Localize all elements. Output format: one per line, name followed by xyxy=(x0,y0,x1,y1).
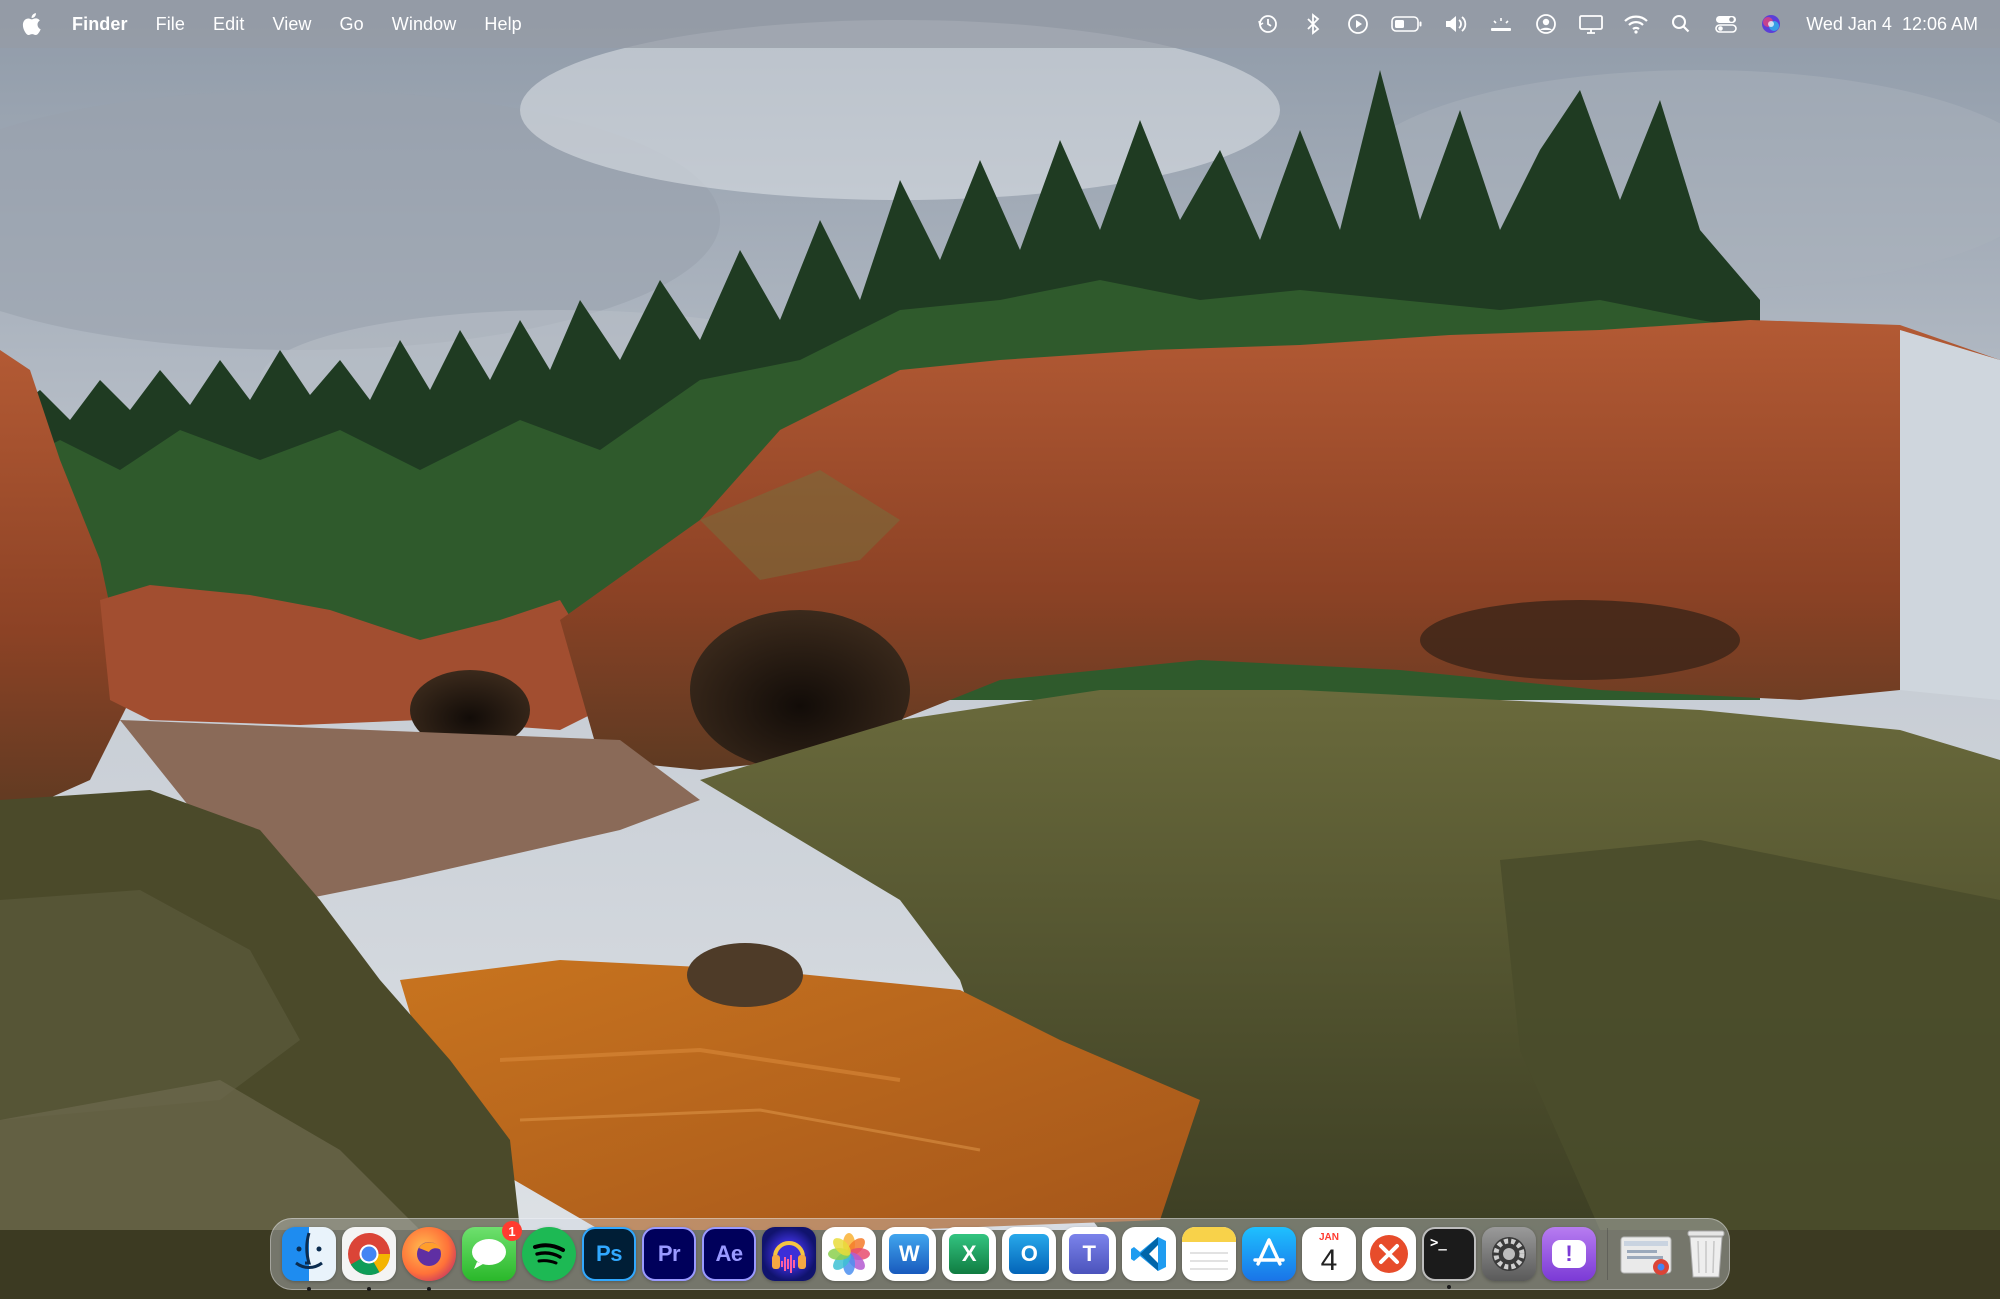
premiere-icon[interactable]: Pr xyxy=(642,1227,696,1281)
word-label: W xyxy=(898,1241,920,1266)
menu-bar: Finder File Edit View Go Window Help Wed… xyxy=(0,0,2000,48)
feedback-label: ! xyxy=(1565,1241,1573,1266)
keyboard-brightness-icon[interactable] xyxy=(1488,11,1514,37)
running-indicator xyxy=(427,1287,431,1291)
time-machine-icon[interactable] xyxy=(1255,11,1281,37)
calendar-icon[interactable]: JAN 4 xyxy=(1302,1227,1356,1281)
play-circle-icon[interactable] xyxy=(1345,11,1371,37)
volume-icon[interactable] xyxy=(1443,11,1469,37)
remote-desktop-icon[interactable] xyxy=(1362,1227,1416,1281)
app-store-icon[interactable] xyxy=(1242,1227,1296,1281)
feedback-icon[interactable]: ! xyxy=(1542,1227,1596,1281)
control-center-icon[interactable] xyxy=(1713,11,1739,37)
menu-app-name[interactable]: Finder xyxy=(72,14,128,35)
running-indicator xyxy=(307,1287,311,1291)
outlook-icon[interactable]: O xyxy=(1002,1227,1056,1281)
menu-view[interactable]: View xyxy=(272,14,311,35)
firefox-icon[interactable] xyxy=(402,1227,456,1291)
menu-help[interactable]: Help xyxy=(484,14,521,35)
premiere-label: Pr xyxy=(657,1241,681,1266)
apple-menu-icon[interactable] xyxy=(22,11,46,37)
display-icon[interactable] xyxy=(1578,11,1604,37)
word-icon[interactable]: W xyxy=(882,1227,936,1281)
terminal-icon[interactable]: >_ xyxy=(1422,1227,1476,1289)
wifi-icon[interactable] xyxy=(1623,11,1649,37)
battery-icon[interactable] xyxy=(1390,11,1424,37)
menu-edit[interactable]: Edit xyxy=(213,14,244,35)
outlook-label: O xyxy=(1020,1241,1038,1266)
dock-separator xyxy=(1607,1228,1608,1280)
downloads-stack-icon[interactable] xyxy=(1619,1227,1673,1281)
after-effects-label: Ae xyxy=(715,1241,743,1266)
desktop-wallpaper xyxy=(0,0,2000,1299)
system-settings-icon[interactable] xyxy=(1482,1227,1536,1281)
spotify-icon[interactable] xyxy=(522,1227,576,1281)
notification-badge: 1 xyxy=(502,1221,522,1241)
spotlight-search-icon[interactable] xyxy=(1668,11,1694,37)
teams-label: T xyxy=(1082,1241,1096,1266)
terminal-label: >_ xyxy=(1430,1235,1447,1251)
user-account-icon[interactable] xyxy=(1533,11,1559,37)
chrome-icon[interactable] xyxy=(342,1227,396,1291)
desktop: Finder File Edit View Go Window Help Wed… xyxy=(0,0,2000,1299)
menu-bar-clock[interactable]: Wed Jan 4 12:06 AM xyxy=(1806,14,1978,35)
excel-icon[interactable]: X xyxy=(942,1227,996,1281)
trash-icon[interactable] xyxy=(1679,1227,1733,1281)
audition-icon[interactable] xyxy=(762,1227,816,1281)
clock-date: Wed Jan 4 xyxy=(1806,13,1892,34)
teams-icon[interactable]: T xyxy=(1062,1227,1116,1281)
vscode-icon[interactable] xyxy=(1122,1227,1176,1281)
running-indicator xyxy=(367,1287,371,1291)
dock: 1 Ps Pr Ae W X O T JAN 4 >_ ! xyxy=(270,1218,1733,1291)
photoshop-label: Ps xyxy=(596,1241,622,1266)
siri-icon[interactable] xyxy=(1758,11,1784,37)
clock-time: 12:06 AM xyxy=(1901,13,1978,34)
photos-icon[interactable] xyxy=(822,1227,876,1281)
calendar-month: JAN xyxy=(1318,1232,1339,1243)
menu-go[interactable]: Go xyxy=(340,14,364,35)
photoshop-icon[interactable]: Ps xyxy=(582,1227,636,1281)
bluetooth-icon[interactable] xyxy=(1300,11,1326,37)
calendar-day: 4 xyxy=(1320,1244,1338,1277)
menu-window[interactable]: Window xyxy=(392,14,457,35)
messages-icon[interactable]: 1 xyxy=(462,1221,522,1281)
notes-icon[interactable] xyxy=(1182,1227,1236,1281)
menu-file[interactable]: File xyxy=(156,14,185,35)
excel-label: X xyxy=(961,1241,977,1266)
running-indicator xyxy=(1447,1285,1451,1289)
after-effects-icon[interactable]: Ae xyxy=(702,1227,756,1281)
finder-icon[interactable] xyxy=(282,1227,336,1291)
